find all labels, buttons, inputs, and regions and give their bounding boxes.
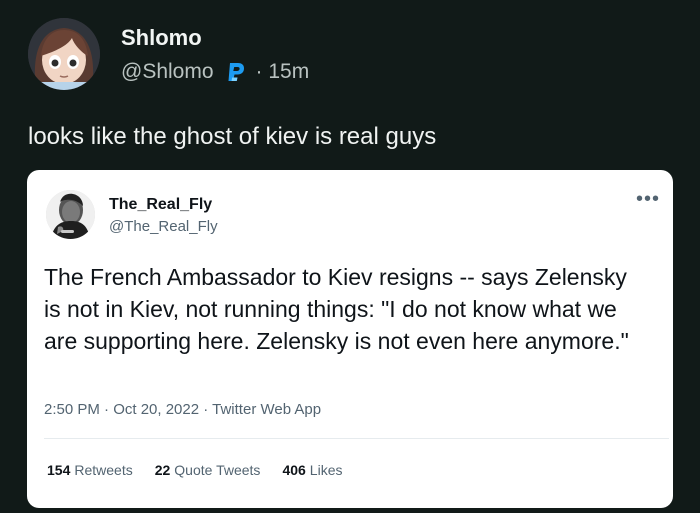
post-time[interactable]: · 15m bbox=[256, 57, 310, 87]
embedded-author-name[interactable]: The_Real_Fly bbox=[109, 195, 212, 215]
social-post: Shlomo @Shlomo · 15m looks like the ghos… bbox=[0, 0, 700, 513]
embedded-author-avatar[interactable] bbox=[46, 190, 95, 239]
retweets-stat[interactable]: 154 Retweets bbox=[47, 460, 133, 480]
embedded-tweet-card[interactable]: The_Real_Fly @The_Real_Fly ••• The Frenc… bbox=[27, 170, 673, 508]
likes-count: 406 bbox=[282, 462, 306, 478]
more-options-icon[interactable]: ••• bbox=[635, 189, 661, 209]
retweets-count: 154 bbox=[47, 462, 71, 478]
embedded-author-handle[interactable]: @The_Real_Fly bbox=[109, 217, 218, 237]
post-text: looks like the ghost of kiev is real guy… bbox=[28, 123, 437, 150]
author-name[interactable]: Shlomo bbox=[121, 24, 202, 52]
man-portrait-avatar-icon bbox=[46, 190, 95, 239]
likes-stat[interactable]: 406 Likes bbox=[282, 460, 342, 480]
engagement-stats: 154 Retweets 22 Quote Tweets 406 Likes bbox=[47, 460, 364, 480]
author-meta: @Shlomo · 15m bbox=[121, 57, 309, 87]
quote-tweets-count: 22 bbox=[154, 462, 171, 478]
author-avatar[interactable] bbox=[28, 18, 100, 90]
embedded-tweet-timestamp[interactable]: 2:50 PM · Oct 20, 2022 · Twitter Web App bbox=[44, 400, 321, 420]
anime-girl-avatar-icon bbox=[28, 18, 100, 90]
retweets-label: Retweets bbox=[74, 462, 133, 478]
stats-divider bbox=[44, 438, 669, 439]
likes-label: Likes bbox=[309, 462, 343, 478]
quote-tweets-label: Quote Tweets bbox=[174, 462, 261, 478]
paypal-p-icon bbox=[224, 60, 248, 84]
quote-tweets-stat[interactable]: 22 Quote Tweets bbox=[155, 460, 261, 480]
embedded-tweet-text: The French Ambassador to Kiev resigns --… bbox=[44, 264, 629, 354]
author-handle[interactable]: @Shlomo bbox=[121, 57, 214, 87]
